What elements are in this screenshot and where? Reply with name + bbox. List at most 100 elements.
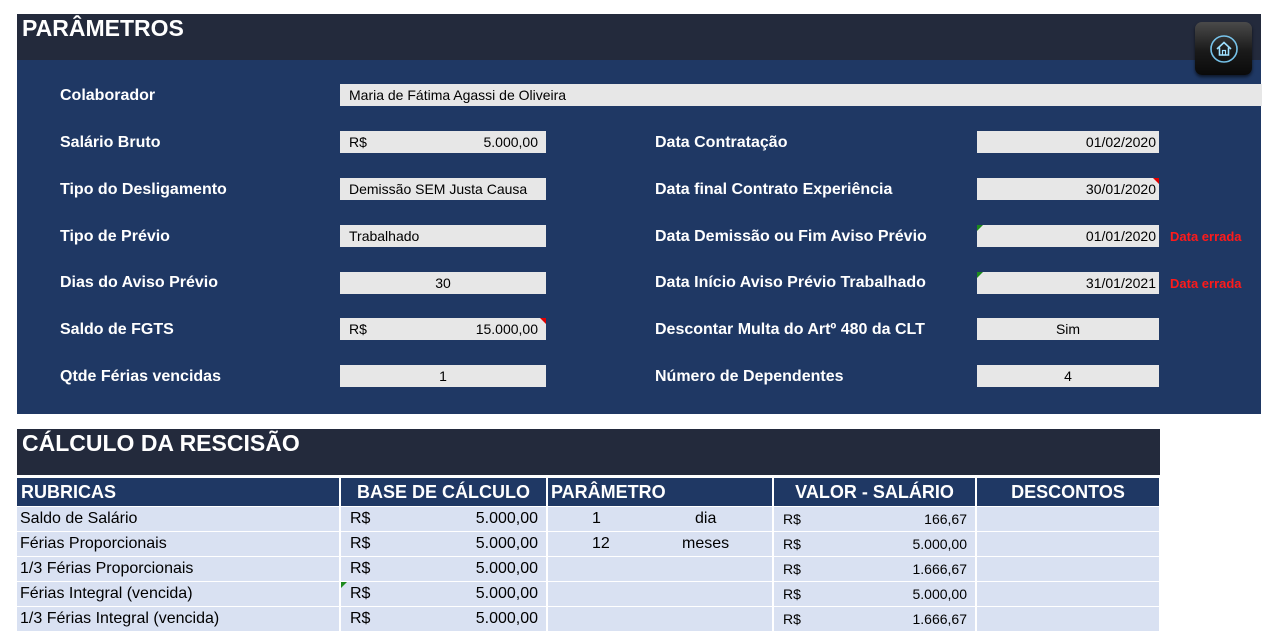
base-currency: R$ <box>350 585 371 602</box>
tipo-desligamento-value: Demissão SEM Justa Causa <box>349 181 528 197</box>
valor-value: 5.000,00 <box>912 586 968 602</box>
comment-indicator[interactable] <box>540 318 546 324</box>
param-unit: meses <box>682 535 730 552</box>
descontar-multa-value: Sim <box>1055 321 1081 337</box>
param-number: 12 <box>592 535 610 552</box>
valor-currency: R$ <box>783 586 801 602</box>
col-header-rubricas: RUBRICAS <box>17 478 339 506</box>
data-inicio-aviso-field[interactable]: 31/01/2021 <box>977 272 1159 294</box>
rubrica-cell[interactable]: 1/3 Férias Integral (vencida) <box>17 607 339 631</box>
data-contratacao-label: Data Contratação <box>655 134 788 151</box>
salario-bruto-field[interactable]: R$ 5.000,00 <box>340 131 546 153</box>
desconto-cell[interactable] <box>977 532 1159 556</box>
valor-currency: R$ <box>783 611 801 627</box>
valor-cell[interactable]: R$ 1.666,67 <box>774 607 975 631</box>
base-value: 5.000,00 <box>475 510 538 527</box>
rubrica-cell[interactable]: 1/3 Férias Proporcionais <box>17 557 339 581</box>
data-contratacao-value: 01/02/2020 <box>1085 134 1156 150</box>
tipo-previo-value: Trabalhado <box>349 228 420 244</box>
salario-bruto-value: 5.000,00 <box>483 134 539 150</box>
parameters-panel <box>17 14 1261 414</box>
col-header-parametro: PARÂMETRO <box>548 478 772 506</box>
valor-cell[interactable]: R$ 5.000,00 <box>774 582 975 606</box>
salario-bruto-currency: R$ <box>349 134 367 150</box>
num-dependentes-field[interactable]: 4 <box>977 365 1159 387</box>
valor-currency: R$ <box>783 561 801 577</box>
base-cell[interactable]: R$ 5.000,00 <box>341 507 546 531</box>
valor-value: 1.666,67 <box>912 611 968 627</box>
ferias-vencidas-label: Qtde Férias vencidas <box>60 368 221 385</box>
data-contratacao-field[interactable]: 01/02/2020 <box>977 131 1159 153</box>
rubrica-text: 1/3 Férias Integral (vencida) <box>20 610 220 627</box>
rubrica-cell[interactable]: Férias Integral (vencida) <box>17 582 339 606</box>
desconto-cell[interactable] <box>977 607 1159 631</box>
data-inicio-aviso-label: Data Início Aviso Prévio Trabalhado <box>655 274 926 291</box>
base-currency: R$ <box>350 560 371 577</box>
base-cell[interactable]: R$ 5.000,00 <box>341 607 546 631</box>
base-value: 5.000,00 <box>475 535 538 552</box>
col-header-descontos: DESCONTOS <box>977 478 1159 506</box>
rubrica-cell[interactable]: Férias Proporcionais <box>17 532 339 556</box>
saldo-fgts-value: 15.000,00 <box>475 321 538 337</box>
saldo-fgts-field[interactable]: R$ 15.000,00 <box>340 318 546 340</box>
data-final-experiencia-field[interactable]: 30/01/2020 <box>977 178 1159 200</box>
base-currency: R$ <box>350 535 371 552</box>
parameters-title: PARÂMETROS <box>22 15 184 41</box>
home-button[interactable] <box>1195 22 1252 75</box>
col-header-base: BASE DE CÁLCULO <box>341 478 546 506</box>
ferias-vencidas-field[interactable]: 1 <box>340 365 546 387</box>
tipo-previo-field[interactable]: Trabalhado <box>340 225 546 247</box>
valor-cell[interactable]: R$ 5.000,00 <box>774 532 975 556</box>
rubrica-text: 1/3 Férias Proporcionais <box>20 560 194 577</box>
colaborador-field[interactable]: Maria de Fátima Agassi de Oliveira <box>340 84 1262 106</box>
desconto-cell[interactable] <box>977 507 1159 531</box>
descontar-multa-label: Descontar Multa do Artº 480 da CLT <box>655 321 925 338</box>
param-cell[interactable] <box>548 557 772 581</box>
dias-aviso-field[interactable]: 30 <box>340 272 546 294</box>
col-header-valor: VALOR - SALÁRIO <box>774 478 975 506</box>
colaborador-label: Colaborador <box>60 87 156 104</box>
dias-aviso-label: Dias do Aviso Prévio <box>60 274 218 291</box>
desconto-cell[interactable] <box>977 557 1159 581</box>
base-cell[interactable]: R$ 5.000,00 <box>341 582 546 606</box>
tipo-previo-label: Tipo de Prévio <box>60 228 170 245</box>
base-value: 5.000,00 <box>475 610 538 627</box>
tipo-desligamento-label: Tipo do Desligamento <box>60 181 227 198</box>
base-cell[interactable]: R$ 5.000,00 <box>341 532 546 556</box>
valor-value: 166,67 <box>924 511 967 527</box>
base-currency: R$ <box>350 610 371 627</box>
error-indicator[interactable] <box>977 272 983 278</box>
comment-indicator[interactable] <box>1153 178 1159 184</box>
saldo-fgts-label: Saldo de FGTS <box>60 321 174 338</box>
valor-currency: R$ <box>783 536 801 552</box>
rubrica-cell[interactable]: Saldo de Salário <box>17 507 339 531</box>
param-cell[interactable] <box>548 582 772 606</box>
calc-title: CÁLCULO DA RESCISÃO <box>22 430 300 456</box>
desconto-cell[interactable] <box>977 582 1159 606</box>
valor-value: 1.666,67 <box>912 561 968 577</box>
valor-cell[interactable]: R$ 166,67 <box>774 507 975 531</box>
data-inicio-aviso-value: 31/01/2021 <box>1085 275 1156 291</box>
descontar-multa-field[interactable]: Sim <box>977 318 1159 340</box>
num-dependentes-value: 4 <box>1064 368 1072 384</box>
param-cell[interactable] <box>548 607 772 631</box>
error-indicator[interactable] <box>977 225 983 231</box>
param-cell[interactable]: 12 meses <box>548 532 772 556</box>
rubrica-text: Férias Proporcionais <box>20 535 167 552</box>
tipo-desligamento-field[interactable]: Demissão SEM Justa Causa <box>340 178 546 200</box>
error-indicator[interactable] <box>341 582 347 588</box>
data-final-experiencia-label: Data final Contrato Experiência <box>655 181 893 198</box>
base-value: 5.000,00 <box>475 585 538 602</box>
num-dependentes-label: Número de Dependentes <box>655 368 844 385</box>
data-demissao-field[interactable]: 01/01/2020 <box>977 225 1159 247</box>
valor-cell[interactable]: R$ 1.666,67 <box>774 557 975 581</box>
base-currency: R$ <box>350 510 371 527</box>
data-demissao-error: Data errada <box>1170 229 1242 244</box>
base-cell[interactable]: R$ 5.000,00 <box>341 557 546 581</box>
data-demissao-label: Data Demissão ou Fim Aviso Prévio <box>655 228 927 245</box>
valor-currency: R$ <box>783 511 801 527</box>
colaborador-value: Maria de Fátima Agassi de Oliveira <box>349 87 567 103</box>
dias-aviso-value: 30 <box>435 275 451 291</box>
parameters-header-bar <box>17 14 1261 60</box>
param-cell[interactable]: 1 dia <box>548 507 772 531</box>
